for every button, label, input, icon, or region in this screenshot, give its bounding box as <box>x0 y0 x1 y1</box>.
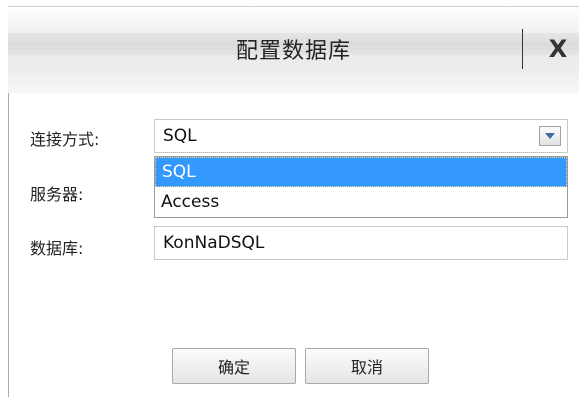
connection-method-value: SQL <box>163 126 197 146</box>
title-separator <box>522 29 523 69</box>
database-input-value: KonNaDSQL <box>163 233 265 253</box>
cancel-button[interactable]: 取消 <box>305 348 429 384</box>
connection-method-select[interactable]: SQL <box>154 119 568 153</box>
connection-method-dropdown: SQL Access <box>154 156 568 218</box>
database-label: 数据库: <box>30 239 84 258</box>
database-input[interactable]: KonNaDSQL <box>154 226 568 260</box>
connection-method-label: 连接方式: <box>30 130 100 149</box>
dialog-title: 配置数据库 <box>235 39 351 64</box>
option-sql[interactable]: SQL <box>155 157 567 187</box>
configure-database-dialog: 配置数据库 X 连接方式: SQL 服务器: 数据库: KonNaDSQL SQ… <box>0 0 579 397</box>
close-button[interactable]: X <box>538 29 578 69</box>
ok-button[interactable]: 确定 <box>172 348 296 384</box>
option-access[interactable]: Access <box>155 187 567 217</box>
dialog-titlebar[interactable]: 配置数据库 X <box>8 6 579 93</box>
chevron-down-icon[interactable] <box>539 126 561 146</box>
server-label: 服务器: <box>30 185 84 204</box>
